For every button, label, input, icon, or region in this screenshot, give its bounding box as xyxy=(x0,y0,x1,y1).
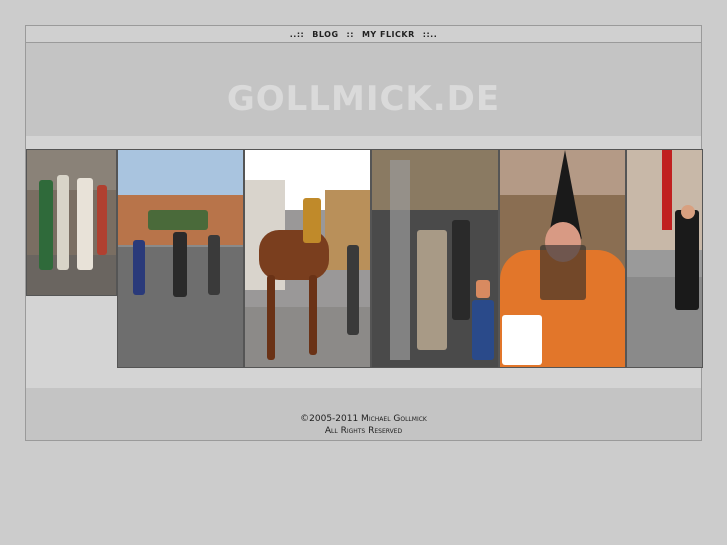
site-logo[interactable]: GOLLMICK.DE xyxy=(26,79,701,119)
photo-procession-women[interactable] xyxy=(26,149,117,296)
nav-link-flickr[interactable]: MY FLICKR xyxy=(362,30,415,39)
nav-right-decoration: ::.. xyxy=(422,29,438,39)
photo-gallery xyxy=(26,149,703,368)
photo-horse-rider[interactable] xyxy=(244,149,371,368)
page-frame: ..:: BLOG :: MY FLICKR ::.. GOLLMICK.DE xyxy=(25,25,703,441)
site-header: GOLLMICK.DE xyxy=(26,43,701,136)
divider-band-top xyxy=(26,136,701,149)
nav-left-decoration: ..:: xyxy=(289,29,305,39)
photo-witch-costume[interactable] xyxy=(499,149,626,368)
rights-text: All Rights Reserved xyxy=(324,426,403,436)
photo-parade-square[interactable] xyxy=(117,149,244,368)
photo-stage-costumes[interactable] xyxy=(371,149,499,368)
nav-separator: :: xyxy=(346,29,354,39)
divider-band-bottom xyxy=(26,368,701,388)
copyright-text: ©2005-2011 Michael Gollmick xyxy=(300,414,427,424)
site-footer: ©2005-2011 Michael Gollmick All Rights R… xyxy=(26,388,701,440)
top-navigation: ..:: BLOG :: MY FLICKR ::.. xyxy=(26,26,701,43)
photo-street-figure[interactable] xyxy=(626,149,703,368)
nav-link-blog[interactable]: BLOG xyxy=(312,30,338,39)
